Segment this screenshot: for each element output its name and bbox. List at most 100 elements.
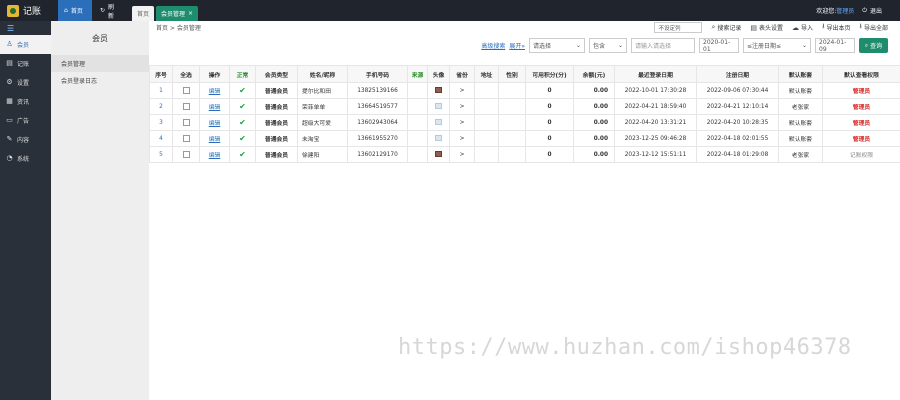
- home-nav-button[interactable]: ⌂ 首页: [58, 0, 92, 21]
- date-type-select[interactable]: ≤注册日期≤ ⌄: [743, 38, 811, 53]
- row-default-account: 默认账套: [778, 114, 823, 131]
- row-member-type: 普通会员: [255, 114, 298, 131]
- table-row[interactable]: 5 编辑 ✔ 普通会员 徐建阳 13602129170 > 0 0.00 202…: [149, 146, 900, 163]
- header-last-login[interactable]: 最近登录日期: [614, 65, 697, 83]
- export-page-label: 导出本页: [826, 25, 851, 32]
- welcome-text: 欢迎您:管理员: [816, 6, 854, 15]
- user-name[interactable]: 管理员: [836, 8, 854, 15]
- chevron-down-icon: ⌄: [575, 42, 581, 49]
- table-row[interactable]: 4 编辑 ✔ 普通会员 未淘宝 13661955270 > 0 0.00 202…: [149, 130, 900, 147]
- header-member-type[interactable]: 会员类型: [255, 65, 298, 83]
- checkbox[interactable]: [182, 151, 190, 158]
- sidebar-item-system[interactable]: ◔ 系统: [0, 149, 51, 168]
- date-to-input[interactable]: 2024-01-09: [815, 38, 855, 53]
- row-normal-cell: ✔: [229, 98, 256, 115]
- check-icon: ✔: [239, 150, 246, 159]
- row-default-account: 默认账套: [778, 82, 823, 99]
- row-checkbox[interactable]: [172, 114, 200, 131]
- match-select[interactable]: 包含 ⌄: [589, 38, 627, 53]
- edit-link[interactable]: 编辑: [209, 89, 221, 95]
- header-register-date[interactable]: 注册日期: [696, 65, 779, 83]
- row-gender: [498, 82, 526, 99]
- header-name[interactable]: 姓名/昵称: [297, 65, 348, 83]
- header-no[interactable]: 序号: [149, 65, 173, 83]
- home-icon: ⌂: [64, 7, 68, 14]
- row-province: >: [449, 130, 475, 147]
- table-row[interactable]: 1 编辑 ✔ 普通会员 提尔比和田 13825139166 > 0 0.00 2…: [149, 82, 900, 99]
- advanced-search-link[interactable]: 高级搜索: [481, 41, 505, 50]
- row-source: [407, 130, 428, 147]
- header-source[interactable]: 来源: [407, 65, 428, 83]
- cloud-icon: ☁: [792, 23, 800, 32]
- row-name: 超级大可爱: [297, 114, 348, 131]
- avatar: [435, 151, 442, 158]
- search-records-button[interactable]: ⌕ 搜索记录: [711, 23, 741, 32]
- row-phone: 13825139166: [347, 82, 408, 99]
- keyword-input[interactable]: 请输入请选择: [631, 38, 695, 53]
- row-checkbox[interactable]: [172, 82, 200, 99]
- header-phone[interactable]: 手机号码: [347, 65, 408, 83]
- close-icon[interactable]: ×: [188, 10, 193, 17]
- table-settings-button[interactable]: ▤ 表头设置: [750, 23, 783, 33]
- submenu-item-login-log[interactable]: 会员登录日志: [51, 72, 149, 89]
- expand-link[interactable]: 展开»: [509, 41, 525, 50]
- header-province[interactable]: 省份: [449, 65, 475, 83]
- sidebar-item-news[interactable]: ▦ 资讯: [0, 92, 51, 111]
- export-all-button[interactable]: ⭳ 导出全部: [860, 22, 888, 33]
- header-default-account[interactable]: 默认账套: [778, 65, 823, 83]
- edit-link[interactable]: 编辑: [209, 105, 221, 111]
- sort-column-select[interactable]: 不设定列: [654, 22, 703, 33]
- search-records-label: 搜索记录: [717, 25, 742, 32]
- edit-link[interactable]: 编辑: [209, 137, 221, 143]
- row-gender: [498, 146, 526, 163]
- avatar: [435, 119, 442, 126]
- header-normal[interactable]: 正常: [229, 65, 256, 83]
- export-page-button[interactable]: ⭳ 导出本页: [822, 22, 850, 33]
- row-default-account: 默认账套: [778, 130, 823, 147]
- table-row[interactable]: 2 编辑 ✔ 普通会员 荣菲单单 13664519577 > 0 0.00 20…: [149, 98, 900, 115]
- sidebar-item-member[interactable]: ♙ 会员: [0, 35, 51, 54]
- app-logo[interactable]: 记账: [0, 0, 52, 21]
- checkbox[interactable]: [182, 103, 190, 110]
- header-address[interactable]: 地址: [474, 65, 499, 83]
- logout-button[interactable]: ⏻ 退出: [862, 6, 882, 16]
- sidebar-item-label: 广告: [17, 118, 30, 125]
- row-checkbox[interactable]: [172, 98, 200, 115]
- header-select-all[interactable]: 全选: [172, 65, 200, 83]
- sidebar-item-settings[interactable]: ⚙ 设置: [0, 73, 51, 92]
- table-row[interactable]: 3 编辑 ✔ 普通会员 超级大可爱 13602943064 > 0 0.00 2…: [149, 114, 900, 131]
- download-icon: ⭳: [822, 22, 825, 30]
- row-avatar-cell: [427, 130, 450, 147]
- sidebar-item-content[interactable]: ✎ 内容: [0, 130, 51, 149]
- row-checkbox[interactable]: [172, 130, 200, 147]
- member-table: 序号 全选 操作 正常 会员类型 姓名/昵称 手机号码 来源 头像 省份 地址 …: [149, 65, 900, 163]
- row-permission: 管理员: [822, 114, 900, 131]
- refresh-button[interactable]: ↻ 刷新: [94, 0, 126, 21]
- import-button[interactable]: ☁ 导入: [792, 23, 813, 33]
- table-header-row: 序号 全选 操作 正常 会员类型 姓名/昵称 手机号码 来源 头像 省份 地址 …: [149, 65, 900, 83]
- user-area: 欢迎您:管理员 ⏻ 退出: [816, 0, 900, 21]
- submenu-item-member-management[interactable]: 会员管理: [51, 55, 149, 72]
- date-from-input[interactable]: 2020-01-01: [699, 38, 739, 53]
- checkbox[interactable]: [182, 87, 190, 94]
- header-points[interactable]: 可用积分(分): [525, 65, 574, 83]
- tab-home[interactable]: 首页: [132, 6, 155, 21]
- edit-link[interactable]: 编辑: [209, 153, 221, 159]
- row-province: >: [449, 114, 475, 131]
- header-default-permission[interactable]: 默认查看权限: [822, 65, 900, 83]
- row-avatar-cell: [427, 82, 450, 99]
- header-balance[interactable]: 余额(元): [573, 65, 615, 83]
- row-gender: [498, 130, 526, 147]
- header-gender[interactable]: 性别: [498, 65, 526, 83]
- sidebar-item-ledger[interactable]: ▤ 记账: [0, 54, 51, 73]
- tab-member-management[interactable]: 会员管理 ×: [156, 6, 199, 21]
- row-phone: 13664519577: [347, 98, 408, 115]
- query-button[interactable]: ⌕ 查询: [859, 38, 888, 53]
- edit-link[interactable]: 编辑: [209, 121, 221, 127]
- row-checkbox[interactable]: [172, 146, 200, 163]
- sidebar-item-ad[interactable]: ▭ 广告: [0, 111, 51, 130]
- field-select[interactable]: 请选择 ⌄: [529, 38, 585, 53]
- checkbox[interactable]: [182, 119, 190, 126]
- checkbox[interactable]: [182, 135, 190, 142]
- menu-icon[interactable]: ☰: [0, 21, 51, 35]
